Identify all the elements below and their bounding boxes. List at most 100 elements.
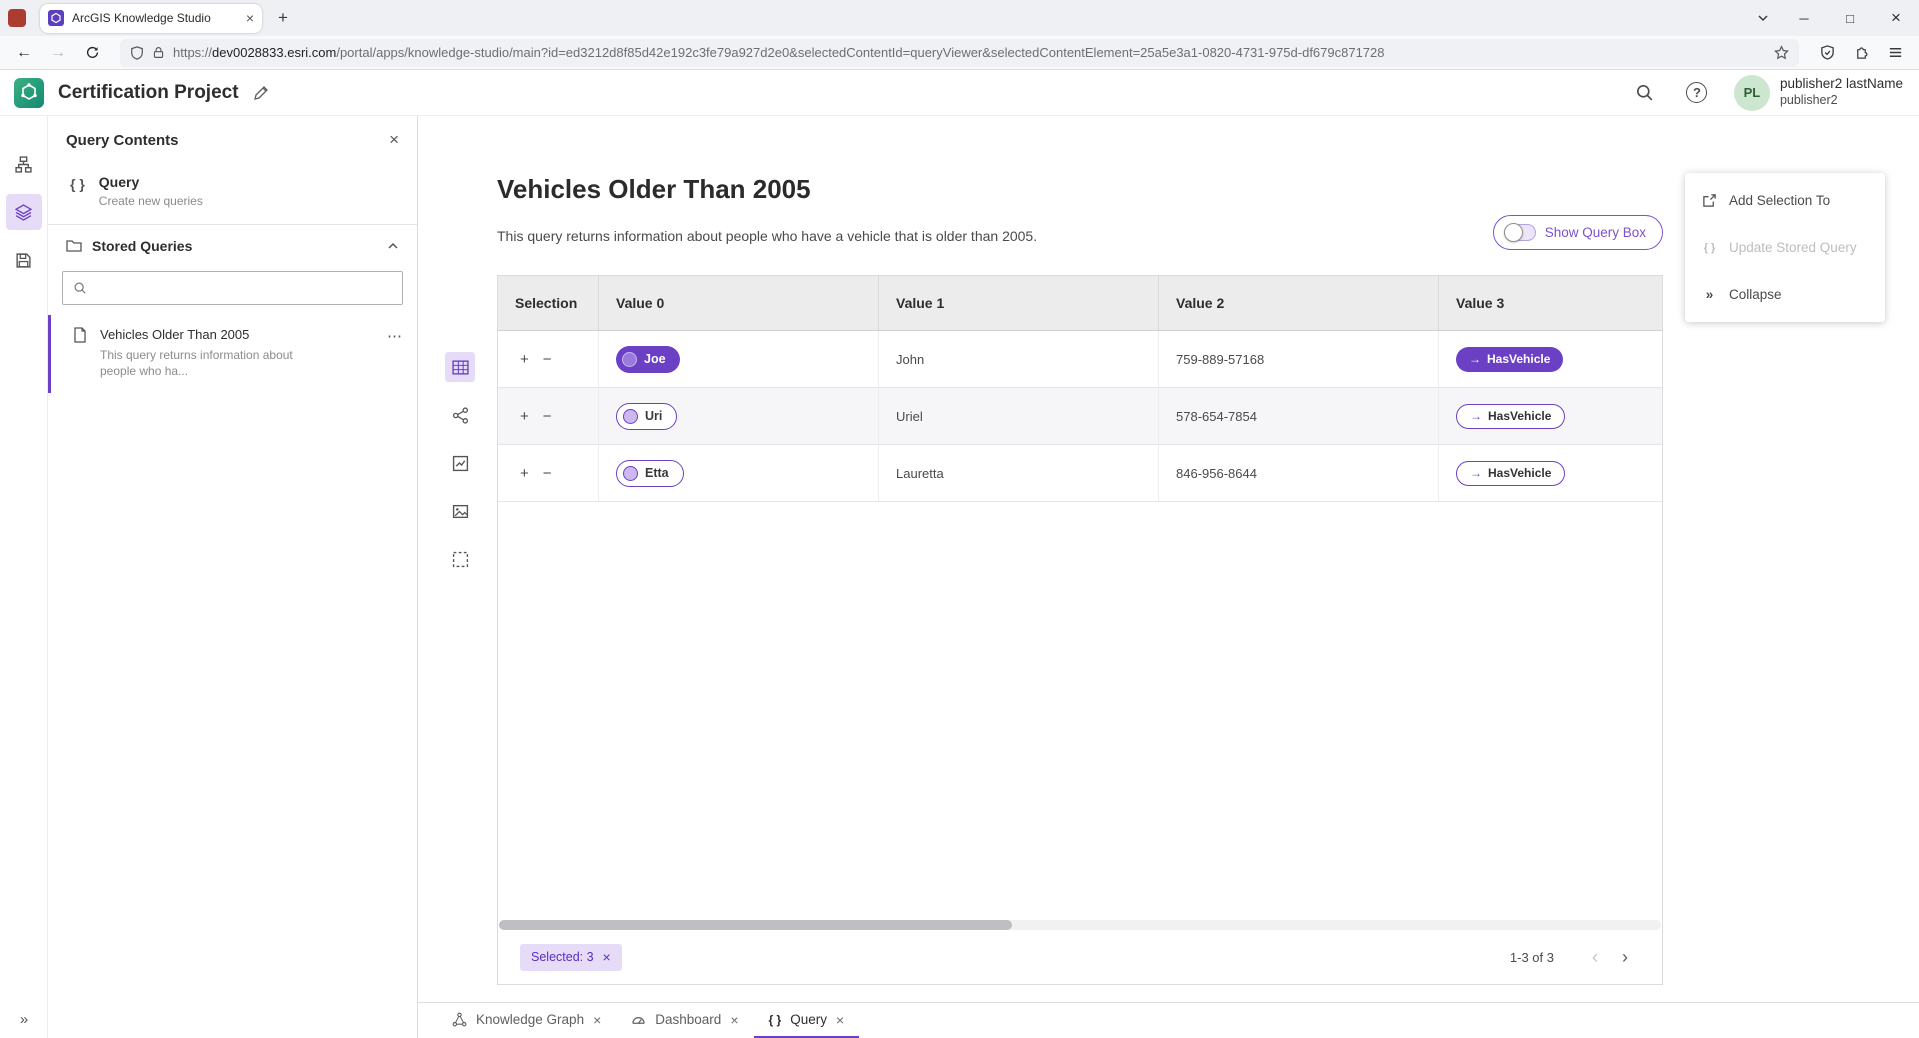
- entity-label: Joe: [644, 352, 666, 366]
- entity-pill[interactable]: Uri: [616, 403, 677, 430]
- column-header-value2[interactable]: Value 2: [1159, 276, 1439, 330]
- relationship-pill[interactable]: → HasVehicle: [1456, 461, 1565, 486]
- cell-value1: Uriel: [879, 388, 1159, 444]
- cell-value2: 846-956-8644: [1159, 445, 1439, 501]
- browser-navbar: ← → https://dev0028833.esri.com/portal/a…: [0, 36, 1919, 70]
- edit-title-pencil-icon[interactable]: [253, 85, 269, 101]
- tab-label: Query: [790, 1012, 827, 1027]
- column-header-value0[interactable]: Value 0: [599, 276, 879, 330]
- relationship-pill[interactable]: → HasVehicle: [1456, 404, 1565, 429]
- reload-button[interactable]: [78, 40, 106, 66]
- tab-label: Knowledge Graph: [476, 1012, 584, 1027]
- add-to-selection-icon[interactable]: +: [520, 465, 529, 482]
- chevron-up-icon[interactable]: [387, 240, 399, 252]
- window-close-button[interactable]: ×: [1873, 0, 1919, 36]
- tab-close-icon[interactable]: ×: [836, 1012, 844, 1028]
- app-header: Certification Project ? PL publisher2 la…: [0, 70, 1919, 116]
- table-row[interactable]: + − Etta Lauretta 846-956-8644 → HasVehi…: [498, 445, 1662, 502]
- window-maximize-button[interactable]: □: [1827, 0, 1873, 36]
- menu-item-add-selection-to[interactable]: Add Selection To: [1685, 177, 1885, 224]
- tab-knowledge-graph[interactable]: Knowledge Graph ×: [437, 1003, 616, 1038]
- chart-view-icon[interactable]: [445, 448, 475, 478]
- column-header-value3[interactable]: Value 3: [1439, 276, 1662, 330]
- table-row[interactable]: + − Joe John 759-889-57168 → HasVehicle: [498, 331, 1662, 388]
- tab-query[interactable]: { } Query ×: [754, 1003, 860, 1038]
- remove-from-selection-icon[interactable]: −: [543, 465, 552, 482]
- new-query-subtitle: Create new queries: [99, 194, 203, 208]
- browser-tab[interactable]: ArcGIS Knowledge Studio ×: [40, 4, 262, 33]
- expand-rail-icon[interactable]: »: [0, 1011, 48, 1028]
- horizontal-scrollbar[interactable]: [499, 920, 1661, 930]
- user-avatar[interactable]: PL: [1734, 75, 1770, 111]
- tab-close-icon[interactable]: ×: [593, 1012, 601, 1028]
- next-page-icon[interactable]: ›: [1610, 942, 1640, 972]
- arrow-right-icon: →: [1469, 352, 1481, 366]
- map-view-icon[interactable]: [445, 496, 475, 526]
- relationship-label: HasVehicle: [1488, 409, 1551, 423]
- entity-dot-icon: [622, 352, 637, 367]
- back-button[interactable]: ←: [10, 40, 38, 66]
- search-icon[interactable]: [1628, 76, 1662, 110]
- stored-queries-search-input[interactable]: [95, 281, 392, 296]
- bookmark-star-icon[interactable]: [1774, 45, 1789, 60]
- extensions-puzzle-icon[interactable]: [1847, 40, 1875, 66]
- browser-titlebar: ArcGIS Knowledge Studio × + ─ □ ×: [0, 0, 1919, 36]
- braces-icon: { }: [769, 1013, 782, 1027]
- scrollbar-thumb[interactable]: [499, 920, 1012, 930]
- results-table: Selection Value 0 Value 1 Value 2 Value …: [497, 275, 1663, 985]
- remove-from-selection-icon[interactable]: −: [543, 408, 552, 425]
- help-icon[interactable]: ?: [1680, 76, 1714, 110]
- search-icon: [73, 281, 87, 295]
- table-row[interactable]: + − Uri Uriel 578-654-7854 → HasVehicle: [498, 388, 1662, 445]
- tab-close-icon[interactable]: ×: [730, 1012, 738, 1028]
- lock-icon[interactable]: [152, 46, 165, 59]
- add-to-selection-icon[interactable]: +: [520, 351, 529, 368]
- clear-selection-icon[interactable]: ×: [603, 949, 611, 965]
- selection-marquee-icon[interactable]: [445, 544, 475, 574]
- view-toolbar: [445, 352, 475, 574]
- account-shield-icon[interactable]: [1813, 40, 1841, 66]
- previous-page-icon: ‹: [1580, 942, 1610, 972]
- url-bar[interactable]: https://dev0028833.esri.com/portal/apps/…: [120, 39, 1799, 67]
- stored-queries-search[interactable]: [62, 271, 403, 305]
- tab-close-icon[interactable]: ×: [246, 10, 254, 26]
- selection-context-menu: Add Selection To { } Update Stored Query…: [1685, 173, 1885, 322]
- data-model-hierarchy-icon[interactable]: [6, 146, 42, 182]
- table-view-icon[interactable]: [445, 352, 475, 382]
- more-options-icon[interactable]: ⋯: [387, 327, 403, 379]
- menu-hamburger-icon[interactable]: [1881, 40, 1909, 66]
- arcgis-knowledge-logo: [14, 78, 44, 108]
- column-header-value1[interactable]: Value 1: [879, 276, 1159, 330]
- relationship-pill[interactable]: → HasVehicle: [1456, 347, 1563, 372]
- remove-from-selection-icon[interactable]: −: [543, 351, 552, 368]
- link-chart-icon[interactable]: [445, 400, 475, 430]
- save-icon[interactable]: [6, 242, 42, 278]
- tracking-protection-shield-icon[interactable]: [130, 46, 144, 60]
- contents-layers-icon[interactable]: [6, 194, 42, 230]
- tab-dashboard[interactable]: Dashboard ×: [616, 1003, 753, 1038]
- stored-queries-header[interactable]: Stored Queries: [48, 225, 417, 267]
- entity-pill[interactable]: Etta: [616, 460, 684, 487]
- app-icon: [8, 9, 26, 27]
- cell-value2: 578-654-7854: [1159, 388, 1439, 444]
- selected-count-label: Selected: 3: [531, 950, 594, 964]
- selected-count-chip[interactable]: Selected: 3 ×: [520, 944, 622, 971]
- list-all-tabs-icon[interactable]: [1745, 12, 1781, 24]
- column-header-selection[interactable]: Selection: [498, 276, 599, 330]
- stored-query-item[interactable]: Vehicles Older Than 2005 This query retu…: [48, 315, 417, 393]
- entity-pill[interactable]: Joe: [616, 346, 680, 373]
- new-query-item[interactable]: { } Query Create new queries: [48, 164, 417, 224]
- window-minimize-button[interactable]: ─: [1781, 0, 1827, 36]
- toggle-switch[interactable]: [1504, 224, 1536, 241]
- panel-title: Query Contents: [66, 132, 389, 149]
- add-to-selection-icon[interactable]: +: [520, 408, 529, 425]
- show-query-box-toggle[interactable]: Show Query Box: [1493, 215, 1663, 250]
- cell-value1: John: [879, 331, 1159, 387]
- dashboard-icon: [631, 1012, 646, 1027]
- collapse-icon: »: [1701, 287, 1718, 302]
- stored-query-title: Vehicles Older Than 2005: [100, 327, 308, 342]
- panel-close-icon[interactable]: ×: [389, 130, 399, 150]
- new-tab-button[interactable]: +: [278, 8, 288, 28]
- user-info[interactable]: publisher2 lastName publisher2: [1780, 76, 1903, 109]
- menu-item-collapse[interactable]: » Collapse: [1685, 271, 1885, 318]
